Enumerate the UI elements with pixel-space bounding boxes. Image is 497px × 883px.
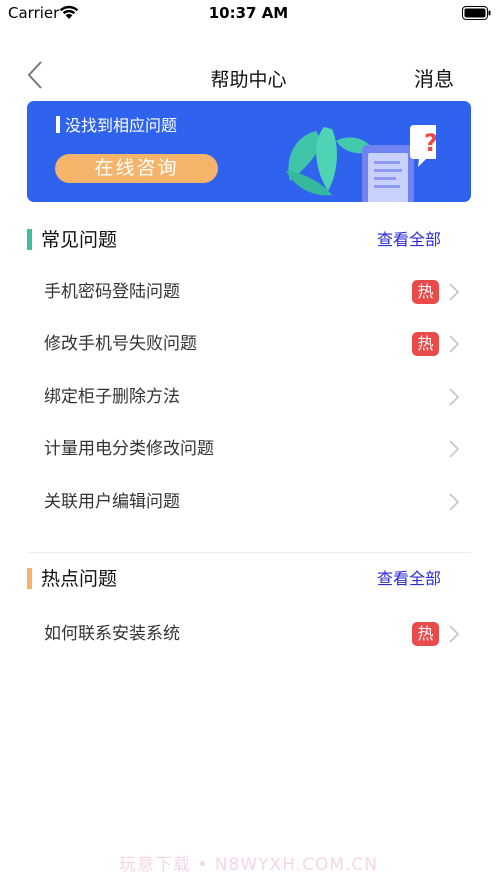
chevron-right-icon (449, 388, 460, 406)
list-item[interactable]: 绑定柜子删除方法 (27, 377, 471, 417)
svg-text:?: ? (424, 129, 436, 157)
battery-icon (462, 6, 491, 20)
hot-badge: 热 (412, 622, 439, 646)
online-consult-button[interactable]: 在线咨询 (55, 154, 218, 183)
chevron-right-icon (449, 440, 460, 458)
status-bar: Carrier 10:37 AM (0, 0, 497, 26)
chevron-right-icon (449, 283, 460, 301)
section-divider (27, 552, 471, 553)
list-item-label: 修改手机号失败问题 (44, 334, 197, 354)
banner-title: 没找到相应问题 (65, 116, 178, 135)
phone-question-icon: ? (286, 125, 436, 202)
banner-accent-bar (56, 115, 60, 133)
chevron-right-icon (449, 493, 460, 511)
section-title: 热点问题 (41, 568, 118, 590)
watermark: 玩意下载 • N8WYXH.COM.CN (118, 855, 378, 875)
help-banner: 没找到相应问题 在线咨询 ? (27, 101, 471, 202)
section-title: 常见问题 (41, 229, 118, 251)
list-item[interactable]: 关联用户编辑问题 (27, 482, 471, 522)
section-header-hot: 热点问题 查看全部 (27, 567, 471, 591)
chevron-right-icon (449, 625, 460, 643)
messages-button[interactable]: 消息 (414, 63, 454, 92)
banner-heading: 没找到相应问题 (56, 112, 177, 136)
list-item-label: 计量用电分类修改问题 (44, 439, 214, 459)
list-item[interactable]: 手机密码登陆问题 热 (27, 272, 471, 312)
section-header-common: 常见问题 查看全部 (27, 228, 471, 252)
list-item[interactable]: 修改手机号失败问题 热 (27, 324, 471, 364)
list-item-label: 如何联系安装系统 (44, 624, 180, 644)
section-accent-bar (27, 568, 32, 589)
clock: 10:37 AM (208, 4, 289, 22)
section-accent-bar (27, 229, 32, 250)
list-item[interactable]: 如何联系安装系统 热 (27, 614, 471, 654)
list-item-label: 绑定柜子删除方法 (44, 387, 180, 407)
list-item-label: 关联用户编辑问题 (44, 492, 180, 512)
hot-badge: 热 (412, 332, 439, 356)
view-all-link[interactable]: 查看全部 (377, 229, 441, 251)
list-item[interactable]: 计量用电分类修改问题 (27, 429, 471, 469)
list-item-label: 手机密码登陆问题 (44, 282, 180, 302)
view-all-link[interactable]: 查看全部 (377, 568, 441, 590)
hot-badge: 热 (412, 280, 439, 304)
chevron-right-icon (449, 335, 460, 353)
